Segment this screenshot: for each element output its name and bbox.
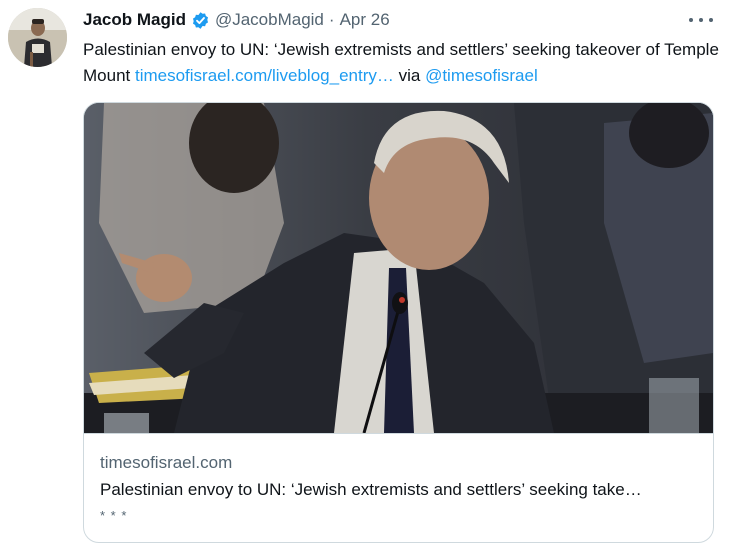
separator-dot: · bbox=[328, 10, 335, 29]
more-options-button[interactable] bbox=[689, 10, 713, 30]
tweet-header: Jacob Magid @JacobMagid · Apr 26 bbox=[83, 9, 390, 31]
author-handle[interactable]: @JacobMagid bbox=[215, 10, 324, 30]
author-avatar[interactable] bbox=[8, 8, 67, 67]
card-meta[interactable]: timesofisrael.com Palestinian envoy to U… bbox=[84, 433, 713, 542]
tweet-text: Palestinian envoy to UN: ‘Jewish extremi… bbox=[83, 37, 723, 89]
via-text: via bbox=[393, 66, 426, 85]
card-description: * * * bbox=[100, 508, 128, 523]
more-dots-icon bbox=[699, 18, 703, 22]
card-image[interactable] bbox=[84, 103, 713, 433]
tweet-timestamp[interactable]: Apr 26 bbox=[340, 10, 390, 30]
tweet[interactable]: Jacob Magid @JacobMagid · Apr 26 Palesti… bbox=[0, 0, 735, 553]
mention-link[interactable]: @timesofisrael bbox=[425, 66, 538, 85]
author-name[interactable]: Jacob Magid bbox=[83, 10, 186, 30]
card-title: Palestinian envoy to UN: ‘Jewish extremi… bbox=[100, 480, 642, 499]
verified-badge-icon bbox=[192, 11, 208, 29]
news-photo-icon bbox=[84, 103, 713, 433]
more-dots-icon bbox=[689, 18, 693, 22]
link-preview-card[interactable]: timesofisrael.com Palestinian envoy to U… bbox=[83, 102, 714, 543]
more-dots-icon bbox=[709, 18, 713, 22]
card-domain: timesofisrael.com bbox=[100, 453, 233, 472]
profile-photo-icon bbox=[8, 8, 67, 67]
tweet-link[interactable]: timesofisrael.com/liveblog_entry… bbox=[135, 66, 394, 85]
